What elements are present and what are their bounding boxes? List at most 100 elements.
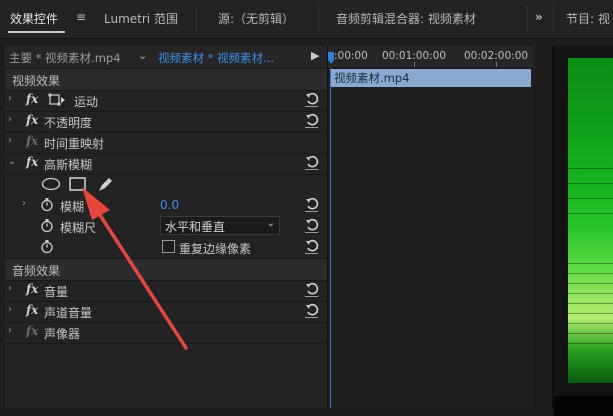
tab-divider (196, 6, 197, 32)
timecode-label: 00:02:00:00 (464, 50, 529, 62)
section-label: 视频效果 (12, 74, 61, 88)
chevron-right-icon[interactable]: › (8, 304, 12, 315)
fx-icon[interactable]: fx (26, 155, 38, 169)
audio-effects-header: 音频效果 (5, 258, 327, 281)
chevron-right-icon[interactable]: › (8, 135, 12, 146)
reset-icon[interactable] (305, 239, 319, 253)
ruler-tick (414, 62, 415, 67)
fx-icon[interactable]: fx (26, 303, 38, 317)
chevron-right-icon[interactable]: › (8, 114, 12, 125)
video-scanline (568, 213, 613, 214)
clip-name: 视频素材.mp4 (334, 71, 410, 85)
pen-mask-icon[interactable] (97, 177, 113, 193)
reset-icon[interactable] (305, 197, 319, 211)
stopwatch-icon[interactable] (40, 239, 54, 254)
effect-gaussian-blur[interactable]: ⌄ fx 高斯模糊 (5, 153, 327, 175)
param-repeat-edge-pixels: 重复边缘像素 (5, 237, 327, 258)
video-scanline (568, 333, 613, 334)
video-effects-header: 视频效果 (5, 68, 327, 91)
video-scanline (568, 263, 613, 264)
tab-source[interactable]: 源:（无剪辑） (218, 10, 294, 27)
rectangle-mask-icon[interactable] (69, 177, 87, 192)
video-scanline (568, 273, 613, 274)
play-icon[interactable]: ▶ (311, 49, 319, 62)
tab-divider (318, 6, 319, 32)
chevron-right-icon[interactable]: › (22, 198, 26, 209)
effect-label: 声像器 (44, 327, 81, 341)
video-scanline (568, 323, 613, 324)
param-label: 模糊尺 (60, 221, 97, 235)
reset-underline (305, 232, 318, 233)
ruler-tick (496, 62, 497, 67)
reset-icon[interactable] (305, 282, 319, 296)
effect-label: 运动 (74, 95, 99, 109)
reset-underline (305, 211, 318, 212)
fx-icon[interactable]: fx (26, 324, 38, 338)
reset-underline (305, 127, 318, 128)
playhead-line[interactable] (330, 68, 331, 408)
repeat-edge-checkbox[interactable] (162, 240, 175, 253)
effect-time-remapping[interactable]: › fx 时间重映射 (5, 132, 327, 154)
tab-lumetri-scopes[interactable]: Lumetri 范围 (104, 10, 178, 27)
chevron-right-icon[interactable]: › (8, 325, 12, 336)
playhead-handle-icon[interactable] (328, 48, 336, 66)
reset-underline (305, 317, 318, 318)
dropdown-value: 水平和垂直 (165, 220, 226, 234)
param-blur-dimensions: 模糊尺 水平和垂直 ⌄ (5, 216, 327, 237)
premiere-window: 效果控件 ≡ Lumetri 范围 源:（无剪辑） 音频剪辑混合器: 视频素材 … (0, 0, 613, 416)
param-blurriness: › 模糊 0.0 (5, 195, 327, 216)
video-scanline (568, 283, 613, 284)
master-clip-label[interactable]: 主要 * 视频素材.mp4 (9, 50, 121, 66)
chevron-right-icon[interactable]: › (8, 93, 12, 104)
reset-underline (305, 253, 318, 254)
stopwatch-icon[interactable] (40, 218, 54, 233)
effect-channel-volume[interactable]: › fx 声道音量 (5, 301, 327, 323)
effect-motion[interactable]: › fx 运动 (5, 90, 327, 112)
param-label: 模糊 (60, 200, 85, 214)
reset-underline (305, 169, 318, 170)
fx-icon[interactable]: fx (26, 282, 38, 296)
tab-audio-clip-mixer[interactable]: 音频剪辑混合器: 视频素材 (336, 10, 476, 27)
program-video-frame[interactable] (568, 58, 613, 383)
tab-divider (527, 6, 528, 32)
monitor-controls-area (554, 396, 613, 416)
tab-program-monitor[interactable]: 节目: 视 (566, 10, 610, 27)
tab-effect-controls[interactable]: 效果控件 (10, 10, 58, 27)
reset-icon[interactable] (305, 155, 319, 169)
active-tab-underline (8, 31, 65, 33)
effect-controls-timeline: :00:00 00:01:00:00 00:02:00:00 视频素材.mp4 (327, 46, 534, 408)
reset-icon[interactable] (305, 218, 319, 232)
fx-icon[interactable]: fx (26, 92, 38, 106)
video-scanline (568, 293, 613, 294)
panel-menu-icon[interactable]: ≡ (76, 10, 86, 24)
video-scanline (568, 183, 613, 184)
sequence-clip-label[interactable]: 视频素材 * 视频素材... (158, 50, 274, 66)
timecode-label: :00:00 (334, 50, 368, 62)
fx-icon[interactable]: fx (26, 113, 38, 127)
timeline-clip[interactable]: 视频素材.mp4 (331, 69, 531, 87)
transform-icon[interactable] (48, 93, 66, 107)
chevron-down-icon[interactable]: ⌄ (138, 49, 147, 62)
time-ruler[interactable]: :00:00 00:01:00:00 00:02:00:00 (328, 46, 534, 69)
ellipse-mask-icon[interactable] (41, 177, 61, 191)
stopwatch-icon[interactable] (40, 197, 54, 212)
chevron-down-icon[interactable]: ⌄ (8, 156, 16, 167)
video-scanline (568, 168, 613, 169)
blurriness-value[interactable]: 0.0 (160, 198, 179, 212)
effect-label: 音量 (44, 285, 69, 299)
chevron-right-icon[interactable]: › (8, 283, 12, 294)
tabs-overflow-icon[interactable]: » (535, 10, 543, 24)
reset-icon[interactable] (305, 303, 319, 317)
effect-label: 时间重映射 (44, 137, 105, 151)
clip-selector-row: 主要 * 视频素材.mp4 ⌄ 视频素材 * 视频素材... ▶ (5, 46, 327, 69)
tab-divider (553, 6, 554, 32)
effect-label: 高斯模糊 (44, 158, 93, 172)
video-scanline (568, 313, 613, 314)
effect-volume[interactable]: › fx 音量 (5, 280, 327, 302)
effect-panner[interactable]: › fx 声像器 (5, 322, 327, 344)
fx-icon[interactable]: fx (26, 134, 38, 148)
reset-icon[interactable] (305, 113, 319, 127)
reset-icon[interactable] (305, 92, 319, 106)
blur-dimensions-dropdown[interactable]: 水平和垂直 ⌄ (160, 216, 280, 235)
effect-opacity[interactable]: › fx 不透明度 (5, 111, 327, 133)
